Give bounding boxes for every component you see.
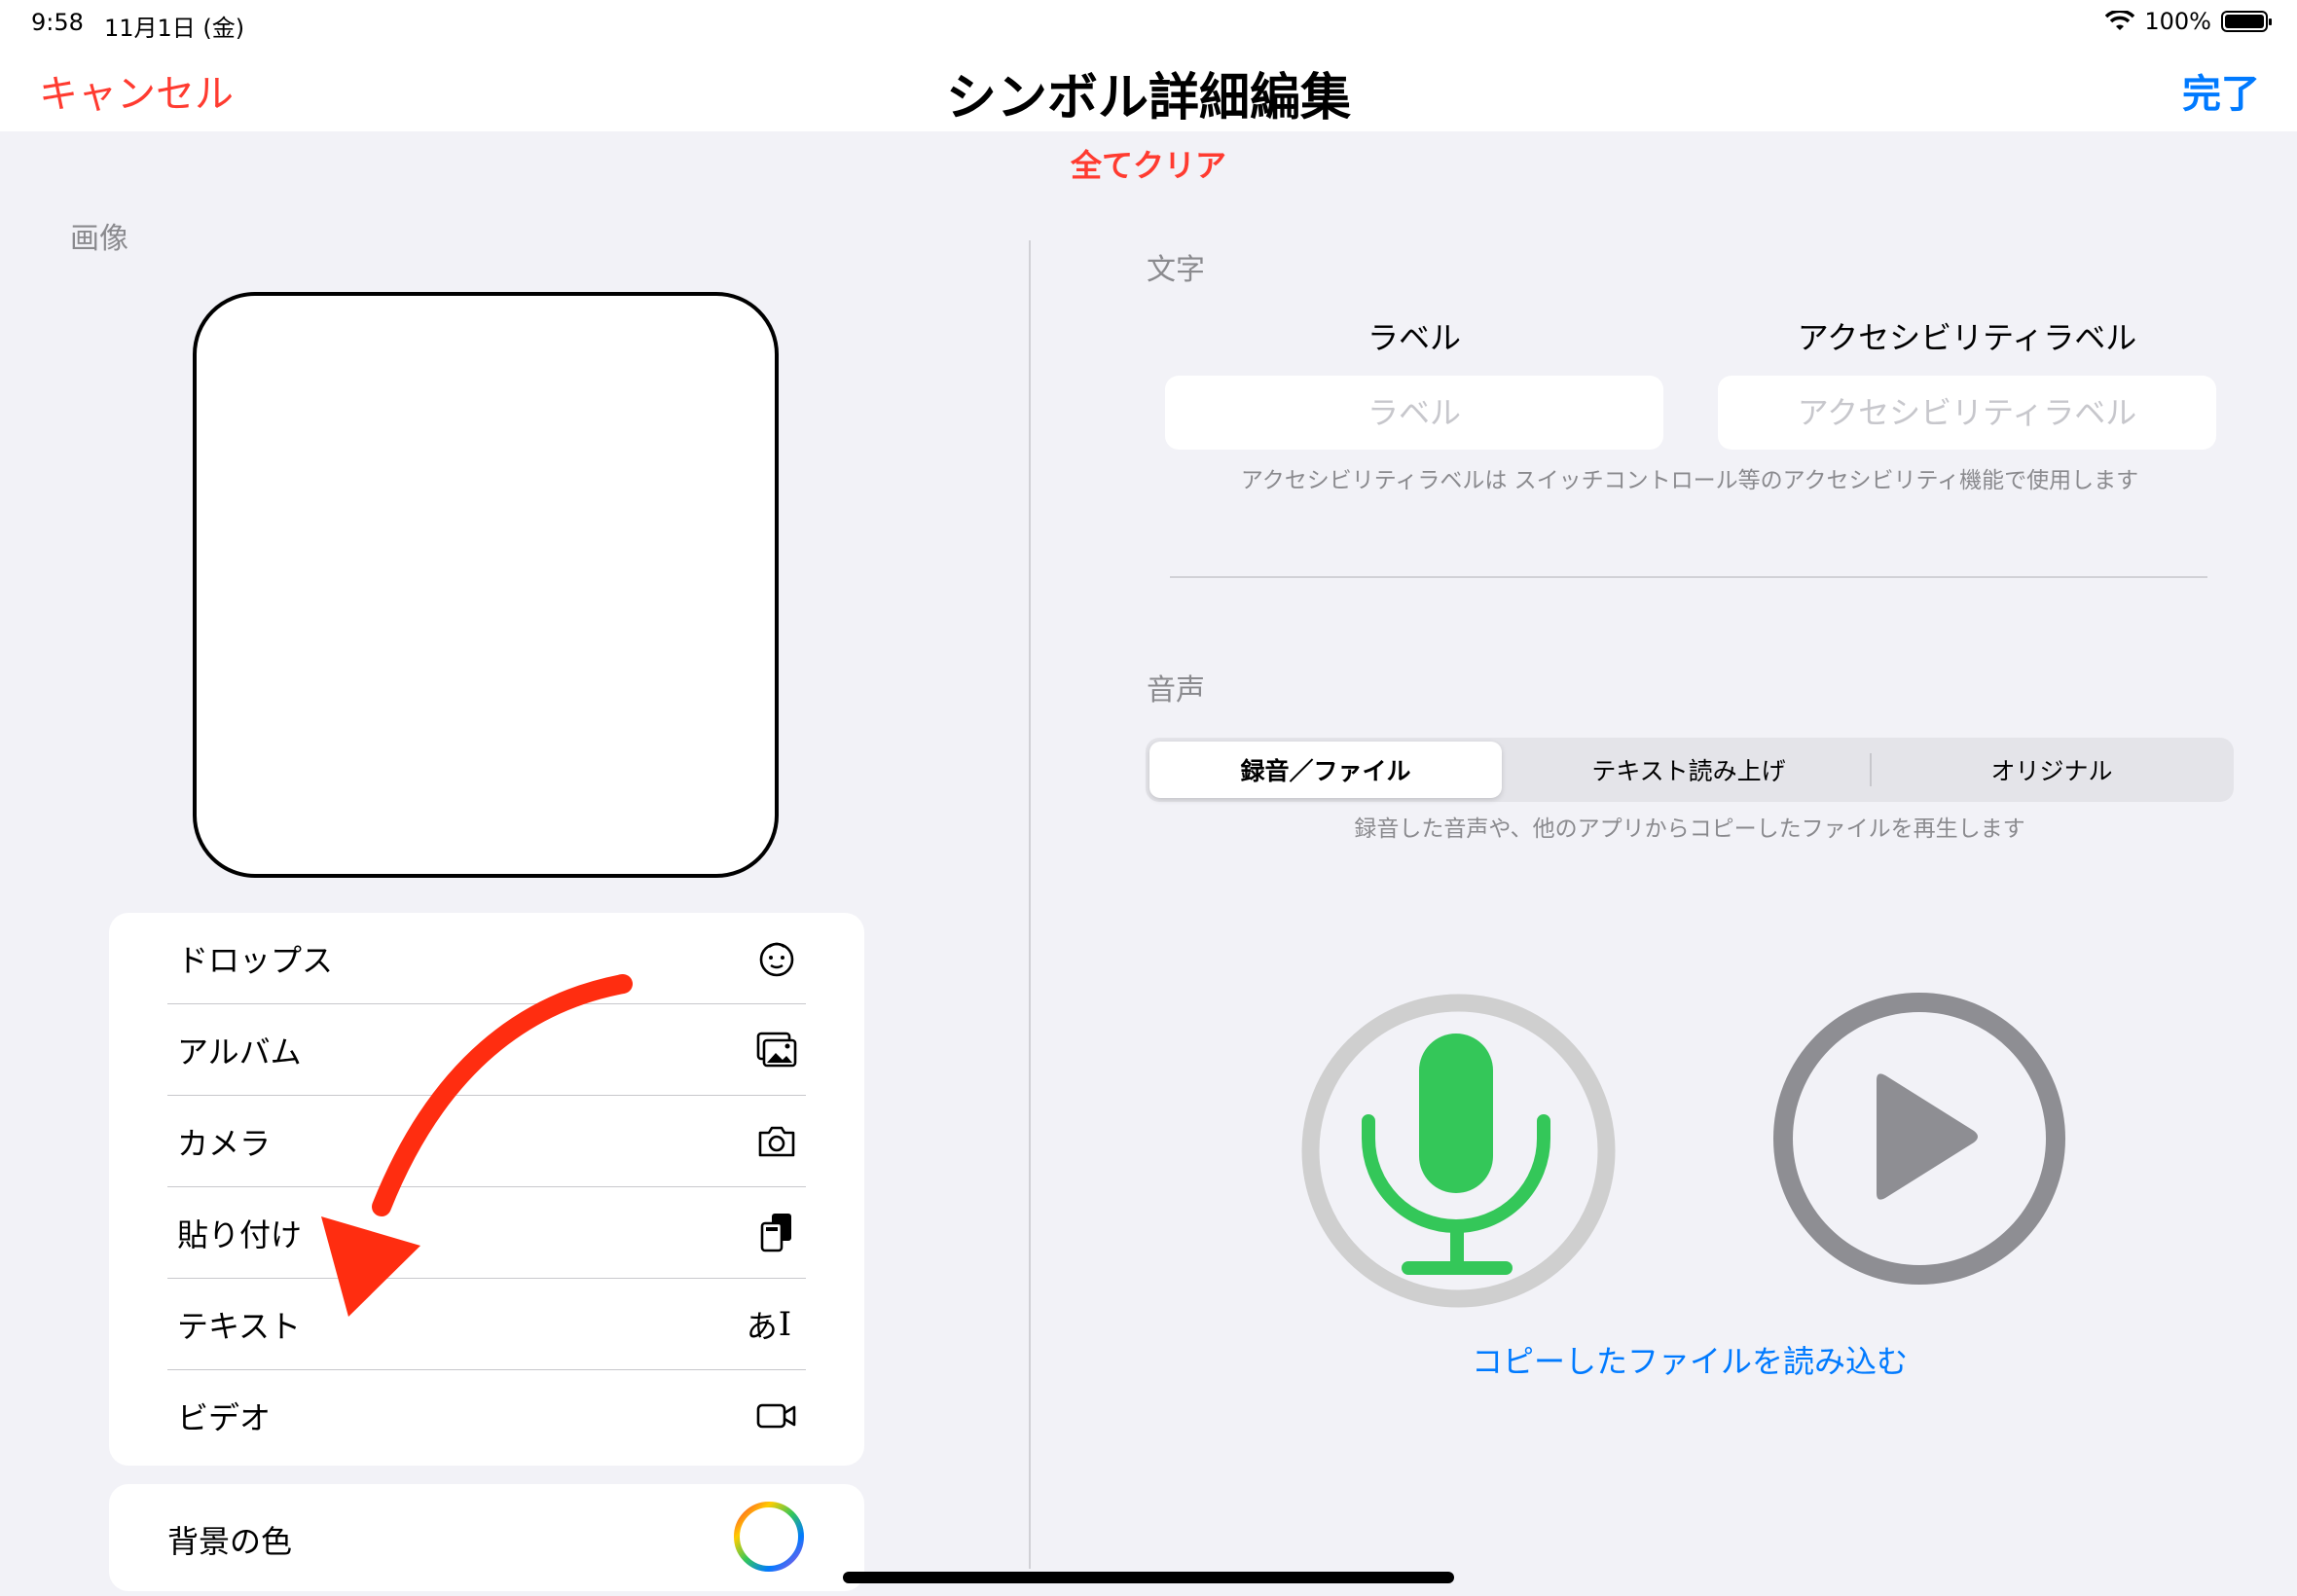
audio-section-label: 音声 bbox=[1147, 673, 1205, 707]
text-section-label: 文字 bbox=[1147, 253, 1205, 287]
background-color-row[interactable]: 背景の色 bbox=[109, 1484, 864, 1591]
background-color-label: 背景の色 bbox=[167, 1523, 293, 1560]
wifi-icon bbox=[2105, 11, 2135, 30]
source-paste[interactable]: 貼り付け bbox=[167, 1187, 806, 1279]
source-video[interactable]: ビデオ bbox=[167, 1370, 806, 1462]
home-indicator bbox=[843, 1572, 1454, 1583]
status-indicators: 100% bbox=[2105, 8, 2272, 35]
photo-album-icon bbox=[755, 1029, 798, 1071]
clear-all-button[interactable]: 全てクリア bbox=[0, 141, 2297, 186]
label-input[interactable] bbox=[1165, 376, 1663, 450]
battery-icon bbox=[2221, 11, 2272, 32]
source-text[interactable]: テキスト あI bbox=[167, 1279, 806, 1370]
audio-caption: 録音した音声や、他のアプリからコピーしたファイルを再生します bbox=[1354, 816, 2025, 842]
play-button[interactable] bbox=[1771, 991, 2067, 1287]
accessibility-label-header: アクセシビリティラベル bbox=[1797, 319, 2137, 356]
record-button[interactable] bbox=[1300, 993, 1617, 1309]
video-icon bbox=[755, 1395, 798, 1437]
source-drops[interactable]: ドロップス bbox=[167, 913, 806, 1004]
paste-icon bbox=[755, 1212, 798, 1254]
column-divider bbox=[1029, 240, 1031, 1569]
segment-recording-file[interactable]: 録音／ファイル bbox=[1149, 742, 1502, 798]
source-label: 貼り付け bbox=[177, 1215, 303, 1253]
segment-original[interactable]: オリジナル bbox=[1874, 742, 2230, 798]
microphone-icon bbox=[1362, 1034, 1550, 1275]
status-date: 11月1日 (金) bbox=[104, 15, 245, 42]
image-section-label: 画像 bbox=[70, 222, 128, 256]
text-input-icon: あI bbox=[740, 1303, 798, 1346]
source-album[interactable]: アルバム bbox=[167, 1004, 806, 1096]
face-icon bbox=[755, 937, 798, 980]
status-time: 9:58 bbox=[31, 9, 84, 36]
section-divider bbox=[1170, 576, 2207, 578]
segment-separator bbox=[1870, 753, 1872, 786]
segment-text-to-speech[interactable]: テキスト読み上げ bbox=[1509, 742, 1869, 798]
camera-icon bbox=[755, 1120, 798, 1163]
source-label: ビデオ bbox=[177, 1399, 272, 1436]
page-title: シンボル詳細編集 bbox=[945, 69, 1351, 127]
source-label: カメラ bbox=[177, 1124, 272, 1162]
source-label: テキスト bbox=[177, 1307, 302, 1345]
accessibility-caption: アクセシビリティラベルは スイッチコントロール等のアクセシビリティ機能で使用しま… bbox=[1240, 468, 2139, 493]
source-camera[interactable]: カメラ bbox=[167, 1096, 806, 1187]
color-picker-icon[interactable] bbox=[732, 1500, 806, 1574]
done-button[interactable]: 完了 bbox=[2182, 62, 2260, 119]
symbol-image-preview[interactable] bbox=[193, 292, 779, 878]
image-source-list: ドロップス アルバム カメラ 貼り付け テキスト あI ビデオ bbox=[109, 913, 864, 1466]
navigation-bar: 9:58 11月1日 (金) 100% キャンセル シンボル詳細編集 完了 bbox=[0, 0, 2297, 131]
audio-mode-segmented-control: 録音／ファイル テキスト読み上げ オリジナル bbox=[1146, 738, 2234, 802]
battery-percent: 100% bbox=[2144, 8, 2211, 35]
accessibility-label-input[interactable] bbox=[1718, 376, 2216, 450]
symbol-detail-editor: 9:58 11月1日 (金) 100% キャンセル シンボル詳細編集 完了 全て… bbox=[0, 0, 2297, 1596]
source-label: ドロップス bbox=[177, 941, 334, 979]
source-label: アルバム bbox=[177, 1033, 302, 1070]
label-header: ラベル bbox=[1367, 319, 1461, 356]
play-icon bbox=[1877, 1073, 1978, 1200]
text-icon-glyph: あ bbox=[746, 1307, 778, 1345]
load-copied-file-link[interactable]: コピーしたファイルを読み込む bbox=[1146, 1337, 2234, 1382]
